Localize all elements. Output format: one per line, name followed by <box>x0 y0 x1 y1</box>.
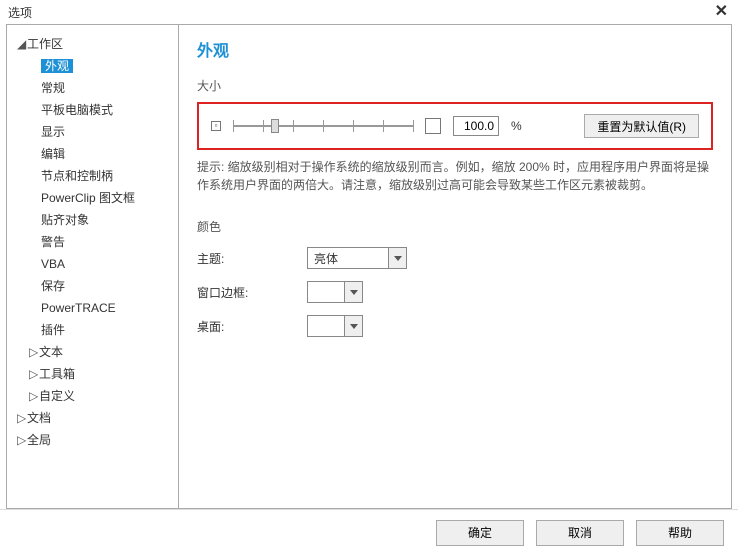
tree-item-workspace[interactable]: ◢工作区 <box>11 33 174 55</box>
scale-large-icon <box>425 118 441 134</box>
color-section-label: 颜色 <box>197 218 713 235</box>
slider-tick <box>353 120 354 132</box>
slider-tick <box>293 120 294 132</box>
scale-slider[interactable] <box>233 116 413 136</box>
scale-small-icon: ▫ <box>211 121 221 131</box>
slider-tick <box>413 120 414 132</box>
caret-right-icon: ▷ <box>29 343 39 361</box>
tree-item-general[interactable]: 常规 <box>11 77 174 99</box>
tree-item-snap[interactable]: 贴齐对象 <box>11 209 174 231</box>
caret-down-icon: ◢ <box>17 35 27 53</box>
tree-item-appearance[interactable]: 外观 <box>11 55 174 77</box>
slider-tick <box>383 120 384 132</box>
tree-item-tablet[interactable]: 平板电脑模式 <box>11 99 174 121</box>
slider-tick <box>323 120 324 132</box>
caret-right-icon: ▷ <box>17 409 27 427</box>
caret-right-icon: ▷ <box>17 431 27 449</box>
tree-item-warning[interactable]: 警告 <box>11 231 174 253</box>
theme-row: 主题: 亮体 <box>197 247 713 269</box>
size-section-label: 大小 <box>197 77 713 94</box>
dialog-footer: 确定 取消 帮助 <box>0 509 738 555</box>
theme-value: 亮体 <box>308 250 388 267</box>
tree-item-save[interactable]: 保存 <box>11 275 174 297</box>
tree-item-display[interactable]: 显示 <box>11 121 174 143</box>
theme-label: 主题: <box>197 250 307 267</box>
chevron-down-icon <box>388 248 406 268</box>
slider-thumb[interactable] <box>271 119 279 133</box>
desktop-row: 桌面: <box>197 315 713 337</box>
tree-item-powerclip[interactable]: PowerClip 图文框 <box>11 187 174 209</box>
page-title: 外观 <box>197 37 713 61</box>
tree-item-nodes[interactable]: 节点和控制柄 <box>11 165 174 187</box>
caret-right-icon: ▷ <box>29 365 39 383</box>
border-row: 窗口边框: <box>197 281 713 303</box>
chevron-down-icon <box>344 282 362 302</box>
border-select[interactable] <box>307 281 363 303</box>
tree-item-edit[interactable]: 编辑 <box>11 143 174 165</box>
cancel-button[interactable]: 取消 <box>536 520 624 546</box>
sidebar-tree: ◢工作区 外观 常规 平板电脑模式 显示 编辑 节点和控制柄 PowerClip… <box>7 25 179 508</box>
hint-text: 提示: 缩放级别相对于操作系统的缩放级别而言。例如，缩放 200% 时，应用程序… <box>197 158 713 194</box>
percent-label: % <box>511 119 522 133</box>
tree-item-customize[interactable]: ▷自定义 <box>11 385 174 407</box>
tree-item-toolbox[interactable]: ▷工具箱 <box>11 363 174 385</box>
main-panel: 外观 大小 ▫ % 重置为默认值(R) 提示: 缩放级别相对于操作系统的缩放级别… <box>179 25 731 508</box>
tree-item-text[interactable]: ▷文本 <box>11 341 174 363</box>
content-area: ◢工作区 外观 常规 平板电脑模式 显示 编辑 节点和控制柄 PowerClip… <box>6 24 732 509</box>
ok-button[interactable]: 确定 <box>436 520 524 546</box>
title-bar: 选项 ✕ <box>0 0 738 24</box>
tree-item-global[interactable]: ▷全局 <box>11 429 174 451</box>
scale-input[interactable] <box>453 116 499 136</box>
desktop-select[interactable] <box>307 315 363 337</box>
chevron-down-icon <box>344 316 362 336</box>
theme-select[interactable]: 亮体 <box>307 247 407 269</box>
window-title: 选项 <box>8 4 32 21</box>
tree-item-vba[interactable]: VBA <box>11 253 174 275</box>
border-label: 窗口边框: <box>197 284 307 301</box>
slider-tick <box>263 120 264 132</box>
reset-default-button[interactable]: 重置为默认值(R) <box>584 114 699 138</box>
close-icon[interactable]: ✕ <box>715 4 728 20</box>
slider-tick <box>233 120 234 132</box>
tree-item-powertrace[interactable]: PowerTRACE <box>11 297 174 319</box>
caret-right-icon: ▷ <box>29 387 39 405</box>
tree-item-plugin[interactable]: 插件 <box>11 319 174 341</box>
desktop-label: 桌面: <box>197 318 307 335</box>
help-button[interactable]: 帮助 <box>636 520 724 546</box>
size-highlight-box: ▫ % 重置为默认值(R) <box>197 102 713 150</box>
tree-item-document[interactable]: ▷文档 <box>11 407 174 429</box>
